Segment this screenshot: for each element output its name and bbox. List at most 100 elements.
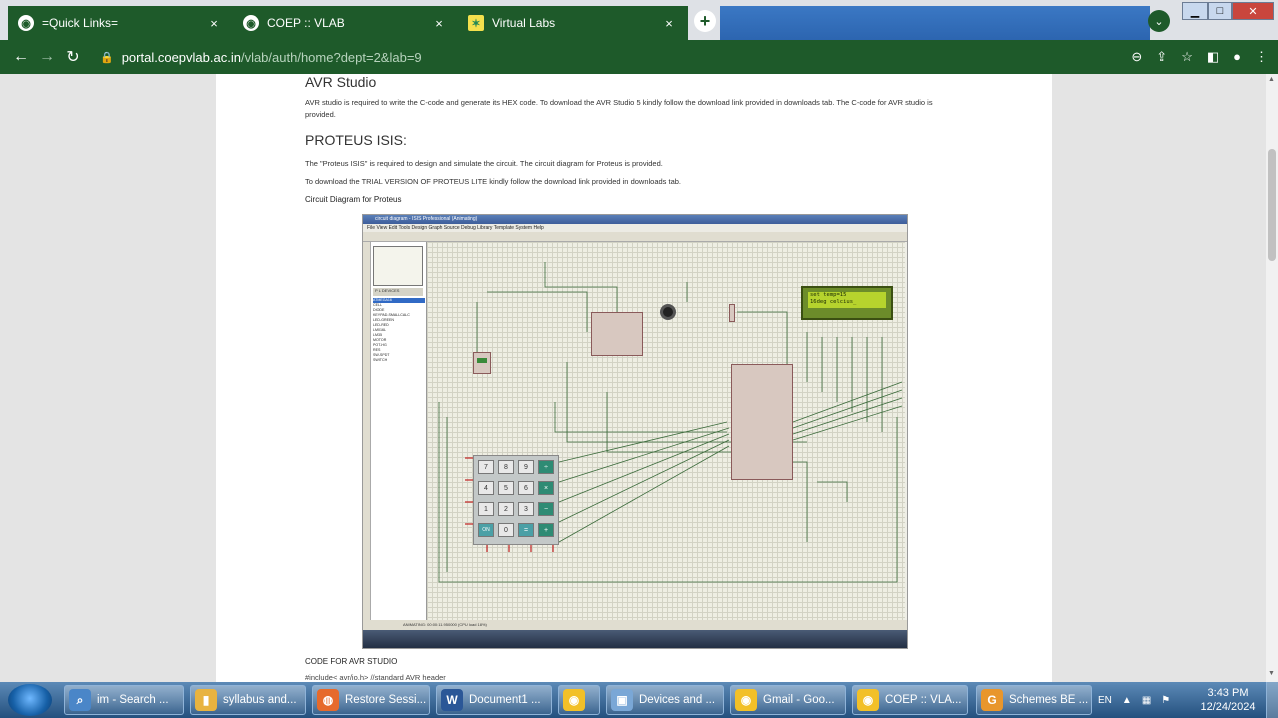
proteus-text-1: The "Proteus ISIS" is required to design… xyxy=(305,159,663,168)
figure-device-panel: P L DEVICES ATMEGA16 CELL DIODE KEYPAD-S… xyxy=(371,242,427,620)
close-window-button[interactable]: ✕ xyxy=(1232,2,1274,20)
close-icon[interactable]: × xyxy=(660,16,678,31)
app-icon: G xyxy=(981,689,1003,711)
back-arrow-icon[interactable]: ← xyxy=(8,48,34,66)
taskbar-button[interactable]: W Document1 ... xyxy=(436,685,552,715)
device-item: SWITCH xyxy=(373,358,388,362)
tab-coep-vlab[interactable]: ◉ COEP :: VLAB × xyxy=(233,6,458,40)
chevron-up-icon[interactable]: ▲ xyxy=(1122,695,1132,706)
keypad-key: 6 xyxy=(518,481,534,495)
close-icon[interactable]: × xyxy=(430,16,448,31)
code-first-line: #include< avr/io.h> //standard AVR heade… xyxy=(305,673,446,682)
titlebar-background xyxy=(720,6,1150,40)
taskbar-button[interactable]: G Schemes BE ... xyxy=(976,685,1092,715)
taskbar-button[interactable]: ◉ xyxy=(558,685,600,715)
flag-icon[interactable]: ⚑ xyxy=(1161,695,1170,706)
taskbar-button-label: Devices and ... xyxy=(639,694,716,706)
forward-arrow-icon[interactable]: → xyxy=(34,48,60,66)
proteus-text-2: To download the TRIAL VERSION OF PROTEUS… xyxy=(305,177,682,186)
clock-date: 12/24/2024 xyxy=(1200,701,1256,713)
start-button[interactable] xyxy=(8,684,52,716)
language-indicator[interactable]: EN xyxy=(1098,695,1112,706)
figure-taskbar xyxy=(363,630,907,648)
figure-overview xyxy=(373,246,423,286)
page-viewport: AVR Studio AVR studio is required to wri… xyxy=(0,74,1266,682)
reload-icon[interactable]: ↻ xyxy=(60,47,86,67)
taskbar-button-label: Restore Sessi... xyxy=(345,694,427,706)
keypad-key: 1 xyxy=(478,502,494,516)
schematic-led xyxy=(477,358,487,363)
lock-icon[interactable]: 🔒 xyxy=(100,51,114,64)
scroll-up-icon[interactable]: ▲ xyxy=(1268,76,1275,83)
tab-virtual-labs[interactable]: ✶ Virtual Labs × xyxy=(458,6,688,40)
network-icon[interactable]: ▦ xyxy=(1142,695,1151,706)
taskbar-button-label: syllabus and... xyxy=(223,694,297,706)
content-column: AVR Studio AVR studio is required to wri… xyxy=(216,74,1052,682)
keypad-key: 7 xyxy=(478,460,494,474)
star-icon[interactable]: ☆ xyxy=(1181,49,1193,65)
chrome-icon: ◉ xyxy=(735,689,757,711)
minimize-button[interactable]: ▁ xyxy=(1182,2,1208,20)
url-field[interactable]: portal.coepvlab.ac.in/vlab/auth/home?dep… xyxy=(122,50,422,65)
menu-icon[interactable]: ⋮ xyxy=(1255,49,1268,65)
scroll-down-icon[interactable]: ▼ xyxy=(1268,670,1275,677)
share-icon[interactable]: ⇪ xyxy=(1156,49,1167,65)
keypad-key: + xyxy=(538,523,554,537)
address-bar: ← → ↻ 🔒 portal.coepvlab.ac.in/vlab/auth/… xyxy=(0,40,1278,74)
devices-icon: ▣ xyxy=(611,689,633,711)
chrome-icon: ◉ xyxy=(563,689,585,711)
avr-studio-heading: AVR Studio xyxy=(305,74,377,90)
lcd-line-2: 16deg celcius_ xyxy=(810,299,857,305)
taskbar-button[interactable]: ▣ Devices and ... xyxy=(606,685,724,715)
proteus-heading: PROTEUS ISIS: xyxy=(305,132,407,148)
clock[interactable]: 3:43 PM 12/24/2024 xyxy=(1196,686,1260,714)
taskbar-button[interactable]: ◍ Restore Sessi... xyxy=(312,685,430,715)
keypad-key: = xyxy=(518,523,534,537)
close-icon[interactable]: × xyxy=(205,16,223,31)
figure-menu-bar: File View Edit Tools Design Graph Source… xyxy=(363,224,907,232)
page-scrollbar[interactable]: ▲ ▼ xyxy=(1266,74,1278,682)
keypad-key: × xyxy=(538,481,554,495)
figure-status-bar: ANIMATING: 00:00:11.950000 (CPU load 18%… xyxy=(363,620,907,630)
taskbar-button[interactable]: ◉ Gmail - Goo... xyxy=(730,685,846,715)
globe-icon: ◉ xyxy=(18,15,34,31)
tab-title: =Quick Links= xyxy=(42,16,119,30)
word-icon: W xyxy=(441,689,463,711)
taskbar-button[interactable]: ◉ COEP :: VLA... xyxy=(852,685,968,715)
taskbar-button[interactable]: ⌕ im - Search ... xyxy=(64,685,184,715)
show-desktop-button[interactable] xyxy=(1266,682,1278,718)
keypad-key: 9 xyxy=(518,460,534,474)
url-host: portal.coepvlab.ac.in xyxy=(121,49,241,65)
profile-icon[interactable]: ● xyxy=(1233,49,1241,65)
zoom-icon[interactable]: ⊖ xyxy=(1131,49,1142,65)
side-panel-icon[interactable]: ◧ xyxy=(1207,49,1219,65)
taskbar-button-label: COEP :: VLA... xyxy=(885,694,962,706)
schematic-lcd: set temp=15 16deg celcius_ xyxy=(801,286,893,320)
schematic-regulator xyxy=(473,352,491,374)
code-heading: CODE FOR AVR STUDIO xyxy=(305,657,398,666)
lcd-screen: set temp=15 16deg celcius_ xyxy=(808,292,886,308)
scroll-thumb[interactable] xyxy=(1268,149,1276,261)
proteus-circuit-screenshot: circuit diagram - ISIS Professional (Ani… xyxy=(362,214,908,649)
keypad-key: 0 xyxy=(498,523,514,537)
chrome-icon: ◉ xyxy=(857,689,879,711)
tab-quick-links[interactable]: ◉ =Quick Links= × xyxy=(8,6,233,40)
schematic-potentiometer xyxy=(729,304,735,322)
taskbar-button-label: Document1 ... xyxy=(469,694,541,706)
browser-tabbar: ◉ =Quick Links= × ◉ COEP :: VLAB × ✶ Vir… xyxy=(0,0,1278,40)
maximize-button[interactable]: □ xyxy=(1208,2,1232,20)
figure-toolbar xyxy=(363,232,907,242)
taskbar-button-label: im - Search ... xyxy=(97,694,169,706)
keypad-key: 3 xyxy=(518,502,534,516)
taskbar-button[interactable]: ▮ syllabus and... xyxy=(190,685,306,715)
firefox-icon: ◍ xyxy=(317,689,339,711)
avr-studio-text: AVR studio is required to write the C-co… xyxy=(305,98,933,119)
chevron-down-icon[interactable]: ⌄ xyxy=(1148,10,1170,32)
keypad-key: 8 xyxy=(498,460,514,474)
keypad-key: ÷ xyxy=(538,460,554,474)
search-icon: ⌕ xyxy=(69,689,91,711)
keypad-key: ON xyxy=(478,523,494,537)
figure-schematic-canvas: set temp=15 16deg celcius_ 7 8 9 ÷ 4 5 6… xyxy=(427,242,905,620)
figure-window-title: circuit diagram - ISIS Professional (Ani… xyxy=(363,215,907,224)
new-tab-button[interactable]: + xyxy=(694,10,716,32)
